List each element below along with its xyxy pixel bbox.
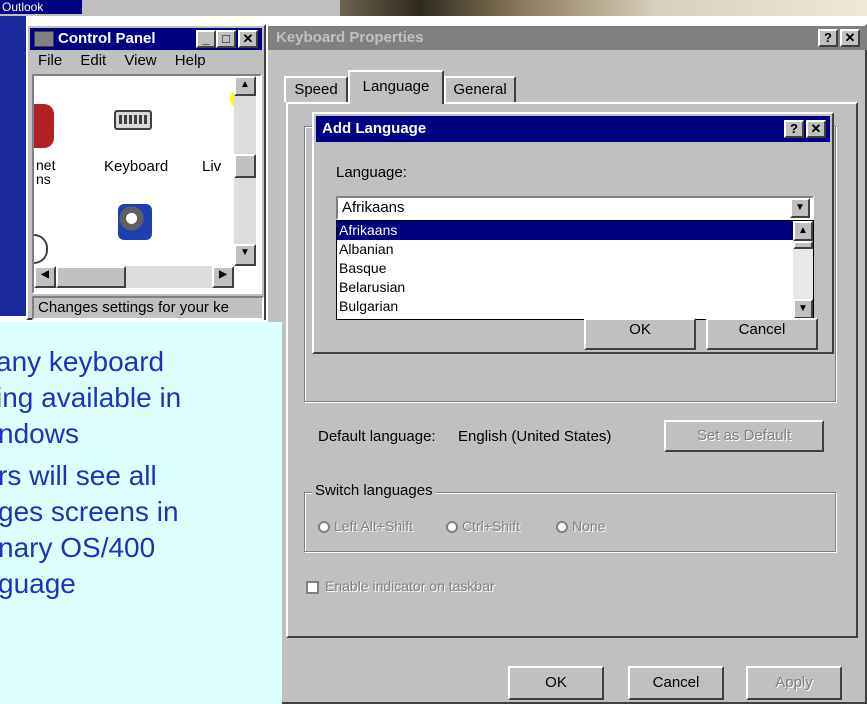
callout-line: rs will see all bbox=[0, 460, 157, 491]
add-language-ok-button[interactable]: OK bbox=[584, 318, 696, 350]
slide-callout: any keyboard ing available in ndows rs w… bbox=[0, 322, 282, 704]
scroll-right-icon[interactable]: ▶ bbox=[212, 266, 234, 288]
list-item[interactable]: Basque bbox=[337, 259, 813, 278]
outlook-label: Outlook bbox=[2, 0, 44, 14]
menu-view[interactable]: View bbox=[124, 52, 156, 69]
tab-speed[interactable]: Speed bbox=[284, 76, 348, 102]
scroll-thumb[interactable] bbox=[793, 241, 813, 249]
maximize-button[interactable]: □ bbox=[216, 30, 236, 48]
cancel-label: Cancel bbox=[652, 674, 700, 691]
default-language-value: English (United States) bbox=[458, 428, 612, 445]
callout-line: ges screens in bbox=[0, 496, 179, 527]
radio-none-label: None bbox=[572, 518, 606, 534]
tab-speed-label: Speed bbox=[294, 81, 338, 98]
control-panel-horizontal-scrollbar[interactable]: ◀ ▶ bbox=[34, 266, 234, 288]
callout-text: any keyboard ing available in ndows rs w… bbox=[0, 344, 282, 602]
control-panel-statusbar: Changes settings for your ke bbox=[32, 296, 264, 320]
dropdown-scrollbar[interactable]: ▲ ▼ bbox=[793, 221, 813, 319]
cancel-button[interactable]: Cancel bbox=[628, 666, 724, 700]
apply-label: Apply bbox=[775, 674, 813, 691]
control-panel-icon bbox=[34, 31, 54, 47]
add-language-title: Add Language bbox=[322, 120, 427, 137]
add-language-cancel-button[interactable]: Cancel bbox=[706, 318, 818, 350]
radio-ctrl-shift-label: Ctrl+Shift bbox=[462, 518, 520, 534]
keyboard-properties-titlebar[interactable]: Keyboard Properties ? ✕ bbox=[268, 26, 867, 50]
add-language-cancel-label: Cancel bbox=[738, 321, 786, 338]
switch-languages-label: Switch languages bbox=[312, 482, 436, 499]
control-panel-titlebar[interactable]: Control Panel _ □ ✕ bbox=[30, 28, 262, 50]
checkbox-icon bbox=[306, 580, 319, 594]
language-select-value: Afrikaans bbox=[342, 199, 405, 216]
scroll-h-thumb[interactable] bbox=[56, 266, 126, 288]
tab-language[interactable]: Language bbox=[348, 70, 444, 104]
close-button[interactable]: ✕ bbox=[238, 30, 258, 48]
scroll-left-icon[interactable]: ◀ bbox=[34, 266, 56, 288]
callout-line: ndows bbox=[0, 418, 79, 449]
control-panel-window[interactable]: Control Panel _ □ ✕ File Edit View Help … bbox=[26, 24, 266, 320]
language-select[interactable]: Afrikaans ▼ bbox=[336, 196, 814, 220]
help-button[interactable]: ? bbox=[818, 29, 838, 47]
set-as-default-button[interactable]: Set as Default bbox=[664, 420, 824, 452]
keyboard-icon[interactable] bbox=[114, 110, 152, 130]
language-dropdown-list[interactable]: Afrikaans Albanian Basque Belarusian Bul… bbox=[336, 220, 814, 320]
scroll-down-icon[interactable]: ▼ bbox=[793, 299, 813, 319]
enable-indicator-label: Enable indicator on taskbar bbox=[325, 578, 495, 594]
scroll-down-icon[interactable]: ▼ bbox=[234, 244, 256, 266]
apply-button[interactable]: Apply bbox=[746, 666, 842, 700]
default-language-label: Default language: bbox=[318, 428, 436, 445]
keyboard-label: Keyboard bbox=[104, 158, 169, 175]
mouse-icon[interactable] bbox=[34, 234, 48, 264]
close-button[interactable]: ✕ bbox=[806, 120, 826, 138]
radio-icon bbox=[556, 521, 568, 534]
network-label: net ns bbox=[36, 157, 56, 187]
add-language-ok-label: OK bbox=[629, 321, 651, 338]
scroll-up-icon[interactable]: ▲ bbox=[793, 221, 813, 241]
scroll-up-icon[interactable]: ▲ bbox=[234, 76, 256, 96]
enable-indicator-checkbox[interactable]: Enable indicator on taskbar bbox=[306, 578, 495, 594]
help-button[interactable]: ? bbox=[784, 120, 804, 138]
list-item[interactable]: Afrikaans bbox=[337, 221, 813, 240]
control-panel-icon-pane: net ns Keyboard Liv bbox=[32, 74, 262, 294]
scroll-thumb[interactable] bbox=[234, 154, 256, 178]
control-panel-title: Control Panel bbox=[58, 30, 156, 47]
list-item[interactable]: Bulgarian bbox=[337, 297, 813, 316]
tab-general-label: General bbox=[453, 81, 507, 98]
outlook-taskbar-item[interactable]: Outlook bbox=[0, 0, 82, 14]
network-icon[interactable] bbox=[34, 104, 54, 148]
callout-line: any keyboard bbox=[0, 346, 165, 377]
live-label: Liv bbox=[202, 158, 222, 175]
minimize-button[interactable]: _ bbox=[196, 30, 216, 48]
callout-line: nary OS/400 bbox=[0, 532, 156, 563]
status-text: Changes settings for your ke bbox=[38, 299, 229, 316]
list-item[interactable]: Albanian bbox=[337, 240, 813, 259]
language-field-label: Language: bbox=[336, 164, 407, 181]
add-language-dialog[interactable]: Add Language ? ✕ Language: Afrikaans ▼ A… bbox=[312, 112, 834, 354]
menu-help[interactable]: Help bbox=[175, 52, 206, 69]
control-panel-menubar: File Edit View Help bbox=[38, 52, 220, 69]
radio-left-alt-shift-label: Left Alt+Shift bbox=[334, 518, 413, 534]
callout-line: ing available in bbox=[0, 382, 182, 413]
callout-line: guage bbox=[0, 568, 76, 599]
wallpaper-photo bbox=[340, 0, 867, 16]
radio-none[interactable]: None bbox=[556, 518, 605, 534]
radio-icon bbox=[318, 521, 330, 534]
add-language-titlebar[interactable]: Add Language ? ✕ bbox=[316, 116, 830, 142]
radio-left-alt-shift[interactable]: Left Alt+Shift bbox=[318, 518, 413, 534]
list-item[interactable]: Belarusian bbox=[337, 278, 813, 297]
set-as-default-label: Set as Default bbox=[696, 427, 792, 444]
radio-icon bbox=[446, 521, 458, 534]
menu-edit[interactable]: Edit bbox=[80, 52, 106, 69]
printer-users-icon[interactable] bbox=[118, 204, 152, 240]
radio-ctrl-shift[interactable]: Ctrl+Shift bbox=[446, 518, 520, 534]
control-panel-vertical-scrollbar[interactable]: ▲ ▼ bbox=[234, 76, 256, 266]
chevron-down-icon[interactable]: ▼ bbox=[790, 198, 810, 218]
ok-button[interactable]: OK bbox=[508, 666, 604, 700]
ok-label: OK bbox=[545, 674, 567, 691]
desktop-edge bbox=[0, 16, 26, 316]
close-button[interactable]: ✕ bbox=[840, 29, 860, 47]
tab-general[interactable]: General bbox=[444, 76, 516, 102]
keyboard-properties-title: Keyboard Properties bbox=[276, 29, 424, 46]
tab-language-label: Language bbox=[362, 78, 430, 95]
menu-file[interactable]: File bbox=[38, 52, 62, 69]
